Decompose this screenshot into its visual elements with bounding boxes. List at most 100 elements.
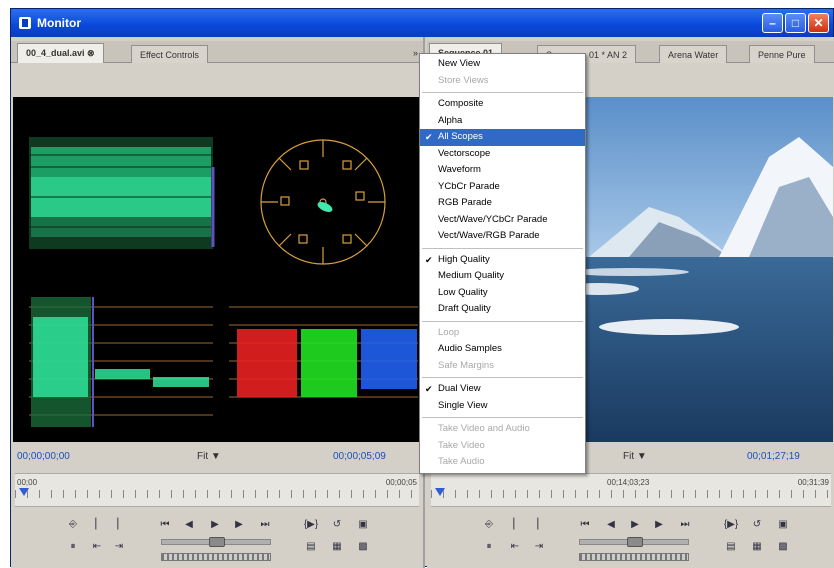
program-loop-icon[interactable]: ↺ [749,517,765,531]
menu-item-rgb-parade[interactable]: RGB Parade [420,195,585,212]
program-zoom-fit-select[interactable]: Fit ▼ [623,451,647,462]
play-icon[interactable]: ▶ [207,517,223,531]
minimize-button[interactable]: – [762,13,783,33]
menu-item-label: Alpha [438,114,463,126]
step-to-out-icon[interactable]: ⏭ [257,517,273,531]
title-bar[interactable]: Monitor – □ ✕ [11,9,833,37]
export-frame-icon[interactable]: ▩ [355,539,371,553]
timecode-duration[interactable]: 00;00;05;09 [333,451,386,462]
close-button[interactable]: ✕ [808,13,829,33]
program-step-to-in-icon[interactable]: ⏮ [577,517,593,531]
jog-wheel[interactable] [161,553,271,561]
playhead-marker[interactable] [19,488,29,496]
menu-item-composite[interactable]: Composite [420,96,585,113]
source-time-ruler[interactable]: 00;00 00;00;05 [15,473,419,507]
tab-effect-controls[interactable]: Effect Controls [131,45,208,63]
shuttle-knob[interactable] [209,537,225,547]
tab-arena-water[interactable]: Arena Water [659,45,728,63]
source-tab-row: 00_4_dual.avi ⊗ Effect Controls » [11,41,423,63]
menu-item-label: Vectorscope [438,147,491,159]
program-mark-in-icon[interactable]: ⎆ [481,517,497,531]
program-set-marker-icon[interactable]: ⎢ [531,517,547,531]
extract-icon[interactable]: ▦ [749,539,765,553]
program-next-marker-icon[interactable]: ⇥ [531,539,547,553]
program-prev-marker-icon[interactable]: ⇤ [507,539,523,553]
go-to-in-icon[interactable]: ⏸ [65,539,81,553]
checkmark-icon: ✔ [425,254,433,265]
menu-item-medium-quality[interactable]: Medium Quality [420,268,585,285]
next-marker-icon[interactable]: ⇥ [111,539,127,553]
overlay-icon[interactable]: ▦ [329,539,345,553]
menu-item-new-view[interactable]: New View [420,56,585,73]
play-in-to-out-icon[interactable]: {▶} [303,517,319,531]
menu-item-vect-wave-rgb-parade[interactable]: Vect/Wave/RGB Parade [420,228,585,245]
program-mark-out-icon[interactable]: ⎢ [507,517,523,531]
program-time-ruler[interactable]: 00;14;03;23 00;31;39 [431,473,831,507]
ruler-ticks [15,490,419,498]
program-transport: ⎆ ⎢ ⎢ ⏸ ⇤ ⇥ ⏮ ◀ ▶ ▶ ⏭ {▶} ↺ ▣ ▤ ▦ ▩ [427,513,834,568]
window-title: Monitor [37,16,81,30]
menu-item-all-scopes[interactable]: ✔ All Scopes [420,129,585,146]
lift-icon[interactable]: ▤ [723,539,739,553]
program-shuttle-knob[interactable] [627,537,643,547]
menu-item-vect-wave-ycbcr-parade[interactable]: Vect/Wave/YCbCr Parade [420,212,585,229]
program-shuttle-slider[interactable] [579,537,689,547]
tab-penne-pure[interactable]: Penne Pure [749,45,815,63]
menu-item-label: Waveform [438,164,481,175]
menu-item-label: Vect/Wave/RGB Parade [438,230,540,241]
menu-item-label: Low Quality [438,286,488,298]
scopes-viewer [13,97,421,442]
menu-item-loop: Loop [420,325,585,342]
ruler-start-label: 00;00 [17,478,38,487]
safe-margins-icon[interactable]: ▣ [355,517,371,531]
menu-item-vectorscope[interactable]: Vectorscope [420,146,585,163]
program-step-forward-icon[interactable]: ▶ [651,517,667,531]
loop-icon[interactable]: ↺ [329,517,345,531]
insert-icon[interactable]: ▤ [303,539,319,553]
program-go-to-in-icon[interactable]: ⏸ [481,539,497,553]
menu-item-draft-quality[interactable]: Draft Quality [420,301,585,318]
timecode-in[interactable]: 00;00;00;00 [17,451,70,462]
menu-item-take-audio: Take Audio [420,454,585,471]
program-ruler-ticks [431,490,831,498]
program-safe-margins-icon[interactable]: ▣ [775,517,791,531]
menu-item-audio-samples[interactable]: Audio Samples [420,341,585,358]
prev-marker-icon[interactable]: ⇤ [89,539,105,553]
mark-out-icon[interactable]: ⎢ [89,517,105,531]
program-ruler-mid-label: 00;14;03;23 [607,478,650,487]
program-play-in-to-out-icon[interactable]: {▶} [723,517,739,531]
menu-separator [422,320,583,322]
program-jog-wheel[interactable] [579,553,689,561]
menu-item-single-view[interactable]: Single View [420,398,585,415]
mark-in-icon[interactable]: ⎆ [65,517,81,531]
menu-item-label: Safe Margins [438,359,494,371]
menu-item-label: Single View [438,399,488,411]
set-marker-icon[interactable]: ⎢ [111,517,127,531]
tab-source-clip[interactable]: 00_4_dual.avi ⊗ [17,43,104,63]
step-forward-icon[interactable]: ▶ [231,517,247,531]
program-playhead-marker[interactable] [435,488,445,496]
source-transport: ⎆ ⎢ ⎢ ⏸ ⇤ ⇥ ⏮ ◀ ▶ ▶ ⏭ {▶} ↺ ▣ ▤ ▦ ▩ [11,513,423,568]
menu-item-low-quality[interactable]: Low Quality [420,285,585,302]
menu-item-dual-view[interactable]: ✔ Dual View [420,381,585,398]
step-back-icon[interactable]: ◀ [181,517,197,531]
program-play-icon[interactable]: ▶ [627,517,643,531]
rgb-parade [229,306,418,398]
program-timecode-duration[interactable]: 00;01;27;19 [747,451,800,462]
menu-item-label: RGB Parade [438,197,492,208]
shuttle-slider[interactable] [161,537,271,547]
menu-separator [422,247,583,249]
menu-item-high-quality[interactable]: ✔ High Quality [420,252,585,269]
program-step-back-icon[interactable]: ◀ [603,517,619,531]
vectorscope [260,139,386,265]
program-export-frame-icon[interactable]: ▩ [775,539,791,553]
menu-item-label: YCbCr Parade [438,180,500,192]
menu-item-ycbcr-parade[interactable]: YCbCr Parade [420,179,585,196]
menu-item-waveform[interactable]: Waveform [420,162,585,179]
maximize-button[interactable]: □ [785,13,806,33]
menu-item-label: Vect/Wave/YCbCr Parade [438,213,548,225]
step-to-in-icon[interactable]: ⏮ [157,517,173,531]
program-step-to-out-icon[interactable]: ⏭ [677,517,693,531]
menu-item-alpha[interactable]: Alpha [420,113,585,130]
zoom-fit-select[interactable]: Fit ▼ [197,451,221,462]
